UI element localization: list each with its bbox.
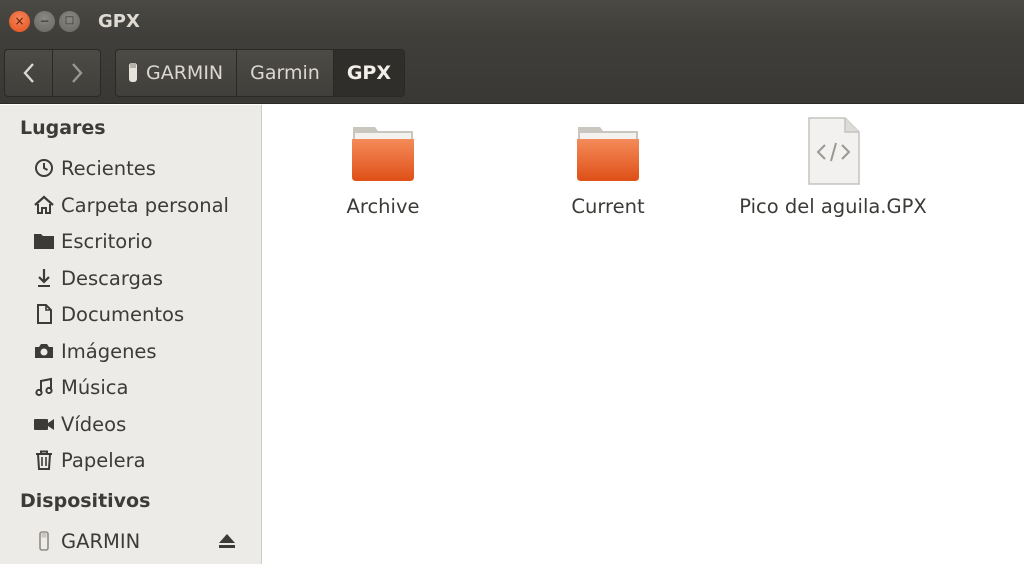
sidebar-item-descargas[interactable]: Descargas [32,261,251,295]
usb-drive-icon [32,529,56,553]
sidebar-item-papelera[interactable]: Papelera [32,443,251,477]
sidebar: Lugares Recientes Carpeta personal Escri… [0,105,262,564]
breadcrumb-garmin-folder[interactable]: Garmin [236,50,333,96]
sidebar-item-label: Vídeos [61,412,127,436]
window-controls: × − □ [9,10,80,32]
camera-icon [32,339,56,363]
window-title: GPX [98,10,140,32]
home-icon [32,193,56,217]
sidebar-item-label: GARMIN [61,529,141,553]
chevron-right-icon [71,63,83,83]
clock-icon [32,156,56,180]
breadcrumb-garmin-drive[interactable]: GARMIN [116,50,236,96]
sidebar-item-label: Papelera [61,448,146,472]
devices-section-title: Dispositivos [20,490,151,512]
places-section-title: Lugares [20,117,106,139]
music-icon [32,375,56,399]
folder-icon [347,115,419,187]
sidebar-item-escritorio[interactable]: Escritorio [32,224,251,258]
forward-button[interactable] [52,50,100,96]
sidebar-item-carpeta-personal[interactable]: Carpeta personal [32,188,251,222]
sidebar-item-label: Carpeta personal [61,193,229,217]
file-label: Pico del aguila.GPX [739,195,927,218]
navigation-buttons [4,49,101,97]
folder-icon [32,229,56,253]
maximize-button[interactable]: □ [59,10,80,32]
usb-drive-icon [129,63,137,82]
sidebar-item-label: Documentos [61,302,185,326]
folder-icon [572,115,644,187]
sidebar-item-recientes[interactable]: Recientes [32,151,251,185]
close-icon: × [14,14,25,28]
toolbar: GARMIN Garmin GPX [0,42,1024,104]
file-item-current[interactable]: Current [508,115,708,218]
close-button[interactable]: × [9,10,30,32]
sidebar-item-imagenes[interactable]: Imágenes [32,334,251,368]
chevron-left-icon [22,63,34,83]
file-item-pico-del-aguila-gpx[interactable]: Pico del aguila.GPX [733,115,933,218]
sidebar-item-videos[interactable]: Vídeos [32,407,251,441]
title-bar: × − □ GPX [0,0,1024,42]
xml-file-icon [797,115,869,187]
eject-icon[interactable] [217,531,237,551]
sidebar-item-label: Descargas [61,266,164,290]
sidebar-item-garmin-device[interactable]: GARMIN [32,524,251,558]
maximize-icon: □ [64,15,75,26]
file-item-archive[interactable]: Archive [283,115,483,218]
breadcrumb-label: GPX [346,62,391,84]
sidebar-item-documentos[interactable]: Documentos [32,297,251,331]
download-icon [32,266,56,290]
breadcrumb: GARMIN Garmin GPX [115,49,405,97]
sidebar-item-label: Música [61,375,129,399]
sidebar-item-label: Recientes [61,156,156,180]
document-icon [32,302,56,326]
file-view: Archive Current Pico del aguila.GPX [263,105,1024,564]
file-label: Archive [346,195,420,218]
breadcrumb-label: Garmin [250,62,320,84]
sidebar-item-musica[interactable]: Música [32,370,251,404]
minimize-button[interactable]: − [34,10,55,32]
breadcrumb-gpx-folder[interactable]: GPX [332,50,404,96]
video-icon [32,412,56,436]
minimize-icon: − [39,14,50,28]
back-button[interactable] [5,50,52,96]
sidebar-item-label: Escritorio [61,229,153,253]
file-label: Current [571,195,645,218]
breadcrumb-label: GARMIN [146,62,224,84]
trash-icon [32,448,56,472]
sidebar-item-label: Imágenes [61,339,157,363]
